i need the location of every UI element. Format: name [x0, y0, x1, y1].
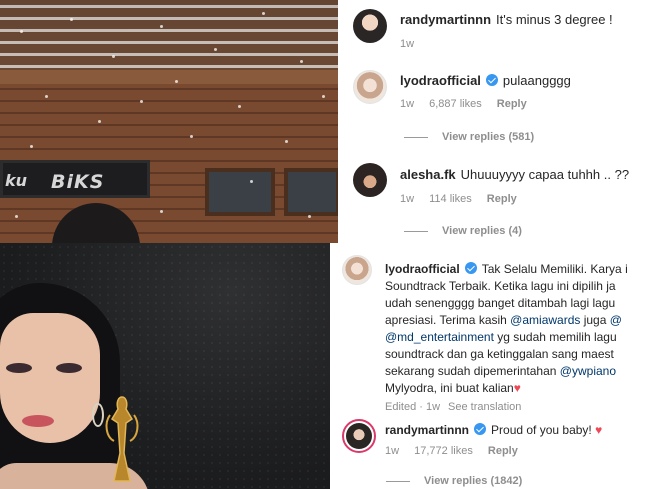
comment-username[interactable]: alesha.fk: [400, 167, 456, 182]
cabin-roof-edge: [0, 70, 338, 84]
mention-link[interactable]: @md_entertainment: [385, 330, 494, 344]
comment-likes[interactable]: 6,887 likes: [429, 98, 482, 110]
comment-meta: 1w: [400, 38, 426, 50]
comment-line: lyodraofficial pulaangggg: [400, 73, 571, 88]
avatar[interactable]: [353, 70, 387, 104]
avatar[interactable]: [353, 163, 387, 197]
view-replies-label: View replies (581): [442, 131, 535, 143]
view-replies-button[interactable]: View replies (581): [404, 131, 534, 143]
comment-likes[interactable]: 17,772 likes: [414, 445, 473, 457]
heart-icon: ♥: [595, 423, 603, 437]
view-replies-button[interactable]: View replies (4): [404, 225, 522, 237]
comments-panel-top: randymartinnn It's minus 3 degree ! 1w ly…: [338, 0, 650, 243]
comment-line: alesha.fk Uhuuuyyyy capaa tuhhh .. ??: [400, 167, 629, 182]
reply-button[interactable]: Reply: [488, 445, 518, 457]
caption-line: Mylyodra, ini buat kalian♥: [385, 381, 521, 395]
shop-sign-text: BiKS: [51, 171, 105, 193]
mention-link[interactable]: @: [610, 313, 622, 327]
caption-line: lyodraofficial Tak Selalu Memiliki. Karya…: [385, 262, 628, 276]
heart-icon: ♥: [513, 381, 521, 395]
photo-snowy-cabin: ku BiKS: [0, 0, 338, 243]
view-replies-button[interactable]: View replies (1842): [386, 475, 522, 487]
view-replies-label: View replies (4): [442, 225, 522, 237]
replies-divider: [404, 230, 428, 232]
verified-badge-icon: [464, 262, 477, 274]
person-eye: [56, 363, 82, 373]
avatar[interactable]: [353, 9, 387, 43]
shop-sign-left-text: ku: [5, 171, 28, 190]
comment-time: 1w: [400, 193, 415, 205]
comment-line: randymartinnn It's minus 3 degree !: [400, 12, 613, 27]
comment-text: It's minus 3 degree !: [496, 12, 613, 27]
cabin-window: [205, 168, 275, 216]
comment-time: 1w: [385, 445, 400, 457]
comment-username[interactable]: randymartinnn: [385, 423, 469, 437]
caption-username[interactable]: lyodraofficial: [385, 262, 460, 276]
comment-time: 1w: [400, 38, 415, 50]
caption-meta: Edited · 1w See translation: [385, 401, 533, 413]
comment-username[interactable]: lyodraofficial: [400, 73, 481, 88]
comment-likes[interactable]: 114 likes: [429, 193, 472, 205]
mention-link[interactable]: @ywpiano: [560, 364, 616, 378]
person-lips: [22, 415, 54, 427]
caption-line: soundtrack dan ga ketinggalan sang maest: [385, 347, 614, 361]
edited-time: Edited · 1w: [385, 401, 441, 413]
avatar: [346, 423, 372, 449]
shop-sign: ku BiKS: [0, 160, 150, 198]
person-eye: [6, 363, 32, 373]
see-translation-button[interactable]: See translation: [448, 401, 521, 413]
comment-time: 1w: [400, 98, 415, 110]
caption-line: Soundtrack Terbaik. Ketika lagu ini dipi…: [385, 279, 616, 293]
comment-text: Uhuuuyyyy capaa tuhhh .. ??: [460, 167, 630, 182]
avatar-story-ring[interactable]: [342, 419, 376, 453]
caption-line: sekarang sudah dipemerintahan @ywpiano: [385, 364, 617, 378]
cabin-roof: [0, 0, 338, 80]
verified-badge-icon: [474, 423, 487, 435]
comment-username[interactable]: randymartinnn: [400, 12, 491, 27]
trophy-icon: [105, 396, 139, 482]
view-replies-label: View replies (1842): [424, 475, 523, 487]
caption-line: @md_entertainment yg sudah memilih lagu: [385, 330, 617, 344]
replies-divider: [404, 136, 428, 138]
comment-text: Proud of you baby!: [491, 423, 592, 437]
comment-meta: 1w 6,887 likes Reply: [400, 98, 539, 110]
comment-meta: 1w 114 likes Reply: [400, 193, 529, 205]
verified-badge-icon: [485, 74, 498, 86]
reply-button[interactable]: Reply: [497, 98, 527, 110]
comment-text: pulaangggg: [502, 73, 571, 88]
caption-line: udah senengggg banget ditambah lagi lagu: [385, 296, 616, 310]
avatar[interactable]: [342, 255, 372, 285]
photo-award-portrait: [0, 243, 330, 489]
comment-line: randymartinnn Proud of you baby! ♥: [385, 423, 602, 437]
cabin-window: [284, 168, 338, 216]
reply-button[interactable]: Reply: [487, 193, 517, 205]
replies-divider: [386, 480, 410, 482]
comments-panel-bottom: lyodraofficial Tak Selalu Memiliki. Karya…: [330, 243, 650, 489]
caption-line: apresiasi. Terima kasih @amiawards juga …: [385, 313, 622, 327]
comment-meta: 1w 17,772 likes Reply: [385, 445, 530, 457]
mention-link[interactable]: @amiawards: [510, 313, 580, 327]
